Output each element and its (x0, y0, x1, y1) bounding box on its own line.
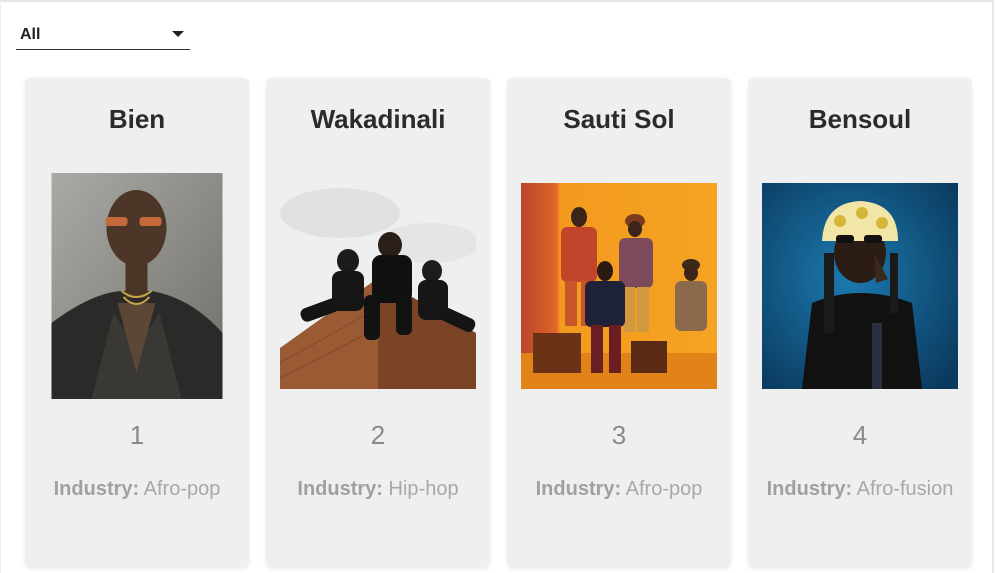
artist-card[interactable]: Bien 1 Industry: Afro-pop (25, 78, 249, 568)
artist-card[interactable]: Sauti Sol 3 Industry: Afro-pop (507, 78, 731, 568)
industry-value: Afro-fusion (856, 478, 954, 500)
filter-selected-value: All (20, 26, 41, 43)
industry-label: Industry: (535, 478, 622, 500)
industry-label: Industry: (53, 478, 140, 500)
artist-name: Sauti Sol (563, 104, 675, 134)
artist-photo (521, 183, 717, 389)
artist-card[interactable]: Bensoul 4 Industry: Afro-fusion (748, 78, 972, 568)
artist-photo (51, 173, 223, 399)
industry-value: Afro-pop (143, 478, 221, 500)
industry-value: Hip-hop (388, 478, 459, 500)
industry-value: Afro-pop (625, 478, 703, 500)
artist-industry: Industry: Hip-hop (280, 477, 476, 502)
artist-rank: 4 (852, 420, 868, 450)
industry-filter-select[interactable]: All (16, 22, 190, 50)
artist-name: Bien (108, 104, 166, 134)
artist-rank: 2 (370, 420, 386, 450)
industry-label: Industry: (766, 478, 853, 500)
artist-card[interactable]: Wakadinali 2 Industry: Hip-hop (266, 78, 490, 568)
artist-photo (280, 183, 476, 389)
artist-name: Wakadinali (310, 104, 446, 134)
artist-photo (762, 183, 958, 389)
artist-rank: 1 (129, 420, 145, 450)
artist-industry: Industry: Afro-pop (521, 477, 717, 502)
artist-rank: 3 (611, 420, 627, 450)
artist-name: Bensoul (808, 104, 912, 134)
artist-industry: Industry: Afro-fusion (762, 477, 958, 502)
chevron-down-icon (172, 31, 184, 37)
artist-card-list: Bien 1 Industry: Afro-pop Wakadinali 2 I… (25, 78, 975, 568)
artist-industry: Industry: Afro-pop (39, 477, 235, 502)
industry-label: Industry: (297, 478, 383, 500)
